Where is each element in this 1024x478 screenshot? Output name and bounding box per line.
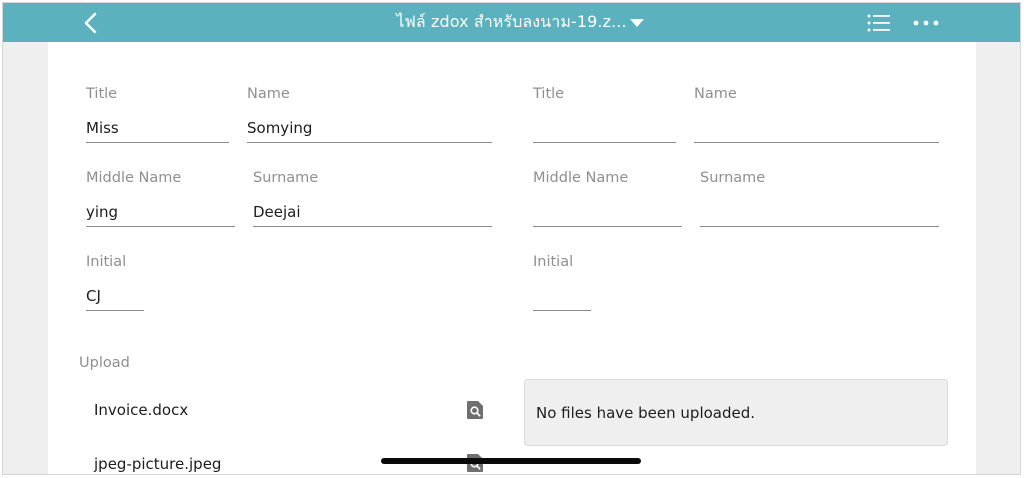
field-label: Surname [253, 170, 319, 186]
document-title[interactable]: ไฟล์ zdox สำหรับลงนาม-19.z... [396, 10, 626, 35]
right-title-field[interactable]: Title [533, 86, 676, 146]
field-underline [533, 142, 676, 143]
field-underline [700, 226, 939, 227]
field-label: Name [247, 86, 290, 102]
field-label: Initial [86, 254, 127, 270]
left-name-field[interactable]: Name Somying [247, 86, 492, 146]
file-item-jpeg-picture[interactable]: jpeg-picture.jpeg [94, 455, 221, 473]
home-indicator[interactable] [381, 458, 641, 464]
file-item-invoice[interactable]: Invoice.docx [94, 401, 188, 419]
left-initial-field[interactable]: Initial CJ [86, 254, 144, 314]
left-middle-name-field[interactable]: Middle Name ying [86, 170, 235, 230]
field-underline [694, 142, 939, 143]
field-label: Name [694, 86, 737, 102]
field-label: Title [533, 86, 565, 102]
chevron-left-icon [84, 12, 97, 34]
field-underline [247, 142, 492, 143]
right-upload-empty-box: No files have been uploaded. [524, 379, 948, 446]
right-surname-field[interactable]: Surname [700, 170, 939, 230]
left-middle-name-value[interactable]: ying [86, 203, 118, 221]
list-button[interactable] [865, 11, 893, 35]
field-label: Surname [700, 170, 766, 186]
more-button[interactable] [909, 11, 943, 35]
field-label: Title [86, 86, 118, 102]
left-surname-field[interactable]: Surname Deejai [253, 170, 492, 230]
list-icon [867, 14, 890, 32]
left-title-value[interactable]: Miss [86, 119, 119, 137]
left-title-field[interactable]: Title Miss [86, 86, 229, 146]
right-name-field[interactable]: Name [694, 86, 939, 146]
left-surname-value[interactable]: Deejai [253, 203, 301, 221]
app-window: ไฟล์ zdox สำหรับลงนาม-19.z... Title Miss… [2, 2, 1021, 475]
field-label: Middle Name [533, 170, 629, 186]
top-bar: ไฟล์ zdox สำหรับลงนาม-19.z... [3, 3, 1020, 42]
right-middle-name-field[interactable]: Middle Name [533, 170, 682, 230]
field-label: Initial [533, 254, 574, 270]
field-underline [253, 226, 492, 227]
right-initial-field[interactable]: Initial [533, 254, 591, 314]
empty-upload-message: No files have been uploaded. [536, 404, 756, 422]
title-dropdown-button[interactable] [623, 12, 651, 34]
field-underline [86, 226, 235, 227]
field-underline [533, 226, 682, 227]
back-button[interactable] [75, 6, 107, 40]
field-underline [86, 142, 229, 143]
field-underline [86, 310, 144, 311]
file-search-icon[interactable] [467, 401, 483, 419]
caret-down-icon [630, 18, 644, 27]
left-name-value[interactable]: Somying [247, 119, 312, 137]
left-initial-value[interactable]: CJ [86, 287, 101, 305]
upload-label: Upload [79, 355, 130, 371]
form-sheet: Title Miss Name Somying Middle Name ying… [48, 42, 976, 474]
field-underline [533, 310, 591, 311]
more-horizontal-icon [913, 20, 939, 26]
field-label: Middle Name [86, 170, 182, 186]
